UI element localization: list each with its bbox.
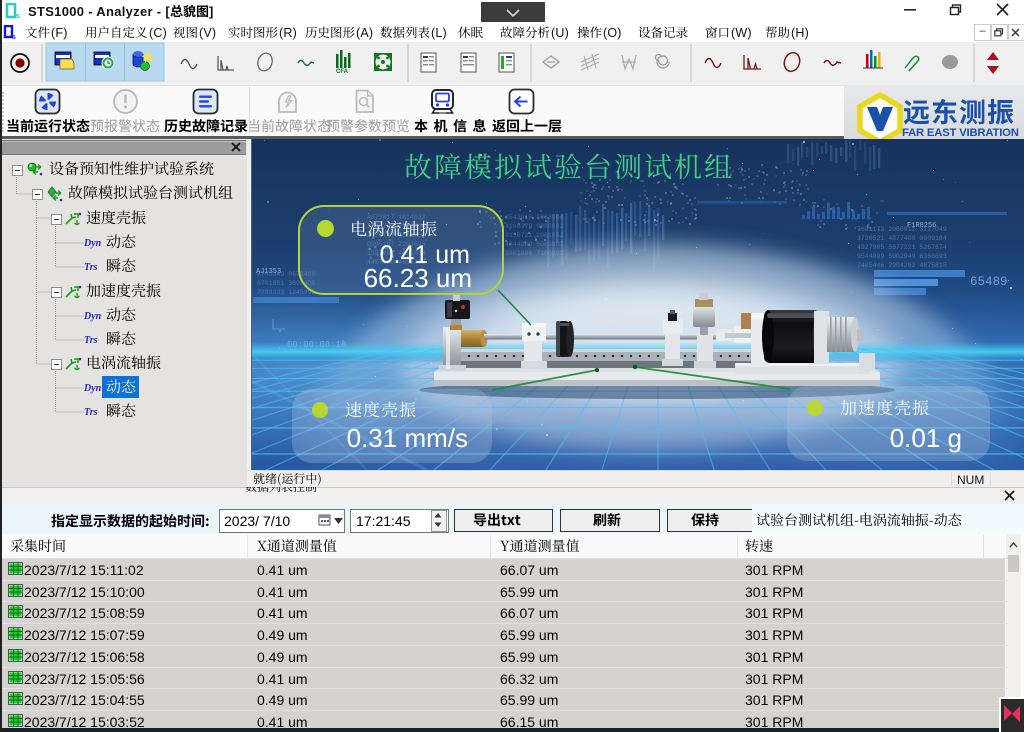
svg-text:4844260 5069907: 4844260 5069907	[505, 241, 564, 248]
svg-text:F1R8256: F1R8256	[907, 222, 936, 230]
svg-text:7405446 2904292 4875818: 7405446 2904292 4875818	[857, 262, 947, 269]
svg-text:4100379 0889692: 4100379 0889692	[505, 223, 564, 230]
svg-text:3720521 4877400 0009164: 3720521 4877400 0009164	[857, 235, 947, 242]
svg-text:AJ1353: AJ1353	[256, 268, 281, 276]
svg-text:3542910 6868906: 3542910 6868906	[505, 214, 564, 221]
svg-text:7893333 1245995: 7893333 1245995	[257, 289, 316, 296]
svg-text:65489: 65489	[970, 275, 1008, 289]
svg-text:9130721 2061052: 9130721 2061052	[505, 232, 564, 239]
svg-text:s: s	[12, 34, 16, 40]
svg-text:9544099 5902949 6366693: 9544099 5902949 6366693	[857, 253, 947, 260]
svg-text:CFA: CFA	[336, 69, 349, 75]
svg-text:s: s	[16, 13, 20, 19]
svg-text:4927905 5977221 5267674: 4927905 5977221 5267674	[857, 244, 947, 251]
